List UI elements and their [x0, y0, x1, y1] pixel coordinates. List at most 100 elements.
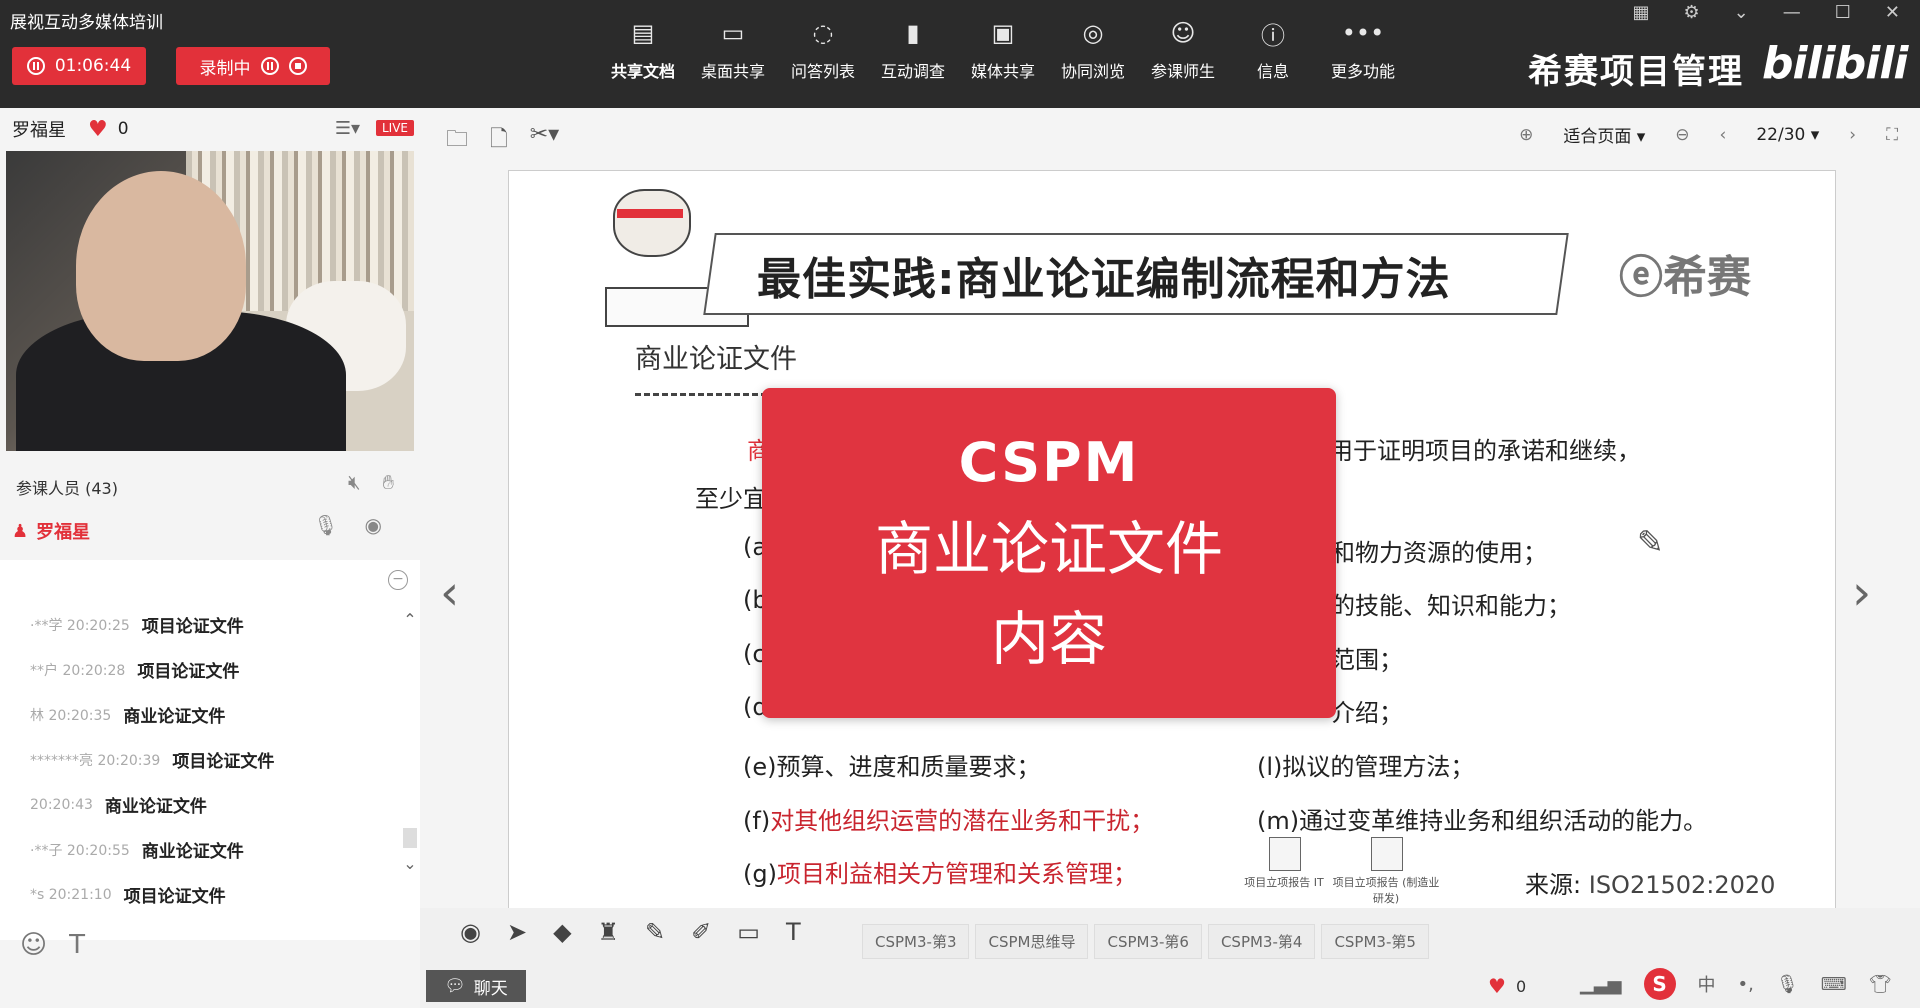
- zoom-out-icon[interactable]: ⊖: [1675, 125, 1689, 145]
- minimize-icon[interactable]: —: [1783, 2, 1801, 23]
- next-slide-arrow[interactable]: ›: [1852, 565, 1871, 621]
- cursor-icon[interactable]: ➤: [507, 918, 527, 946]
- session-timer[interactable]: 01:06:44: [12, 47, 146, 85]
- chat-text: 商业论证文件: [141, 842, 244, 862]
- survey-chart-icon: ▮: [906, 19, 920, 47]
- next-page-icon[interactable]: ›: [1849, 125, 1856, 145]
- pen-tool-icon[interactable]: ✐: [691, 918, 711, 946]
- doc-file-tools: 🗀 🗋 ✂▾: [446, 122, 559, 160]
- keyboard-icon[interactable]: ⌨: [1821, 974, 1847, 995]
- doc-tab[interactable]: CSPM思维导: [975, 924, 1089, 959]
- zoom-in-icon[interactable]: ⊕: [1519, 125, 1533, 145]
- eraser-icon[interactable]: ◆: [553, 918, 571, 946]
- scissors-icon[interactable]: ✂▾: [530, 122, 559, 160]
- close-icon[interactable]: ✕: [1885, 2, 1900, 23]
- timer-text: 01:06:44: [54, 56, 132, 76]
- cat-headband: [617, 209, 683, 218]
- maximize-icon[interactable]: ☐: [1835, 2, 1851, 23]
- chat-text: 商业论证文件: [104, 797, 207, 817]
- text-tool-icon[interactable]: T: [786, 918, 801, 946]
- tool-qa-list[interactable]: ◌ 问答列表: [778, 18, 868, 82]
- file-icon[interactable]: 🗋: [490, 122, 508, 160]
- text-format-icon[interactable]: T: [69, 930, 85, 960]
- word-file-icon[interactable]: [1371, 837, 1403, 871]
- attendee-controls: 🔇︎ ✋︎: [348, 470, 394, 494]
- overlay-line-3: 内容: [990, 604, 1107, 673]
- chat-message: *******亮 20:20:39 项目论证文件: [30, 747, 274, 772]
- chat-scrollbar[interactable]: ⌃ ⌄: [400, 610, 420, 873]
- tool-media-share[interactable]: ▣ 媒体共享: [958, 18, 1048, 82]
- highlighter-icon[interactable]: ✎: [645, 918, 665, 946]
- chat-message: ·**学 20:20:25 项目论证文件: [30, 612, 244, 637]
- stop-record-icon[interactable]: [288, 57, 307, 75]
- tool-participants[interactable]: ☺ 参课师生: [1138, 18, 1228, 82]
- doc-tab[interactable]: CSPM3-第3: [862, 924, 970, 959]
- fit-page-select[interactable]: 适合页面 ▾: [1563, 122, 1645, 147]
- scroll-thumb[interactable]: [403, 828, 417, 848]
- bilibili-logo: bilibili: [1762, 38, 1908, 89]
- pause-record-icon[interactable]: [260, 57, 279, 75]
- doc-tab[interactable]: CSPM3-第6: [1094, 924, 1202, 959]
- fullscreen-icon[interactable]: ⛶: [1886, 125, 1898, 145]
- hand-icon[interactable]: ✋︎: [383, 470, 394, 494]
- tool-share-document[interactable]: ▤ 共享文档: [598, 18, 688, 82]
- chat-sender: *******亮 20:20:39: [30, 752, 161, 769]
- rectangle-icon[interactable]: ▭: [737, 918, 760, 946]
- tool-label: 互动调查: [880, 62, 945, 81]
- compass-icon: ◎: [1082, 19, 1104, 47]
- xisai-logo: ⓔ希赛: [1619, 252, 1751, 303]
- laser-pointer-icon[interactable]: ◉: [460, 918, 481, 946]
- right-item: (l)拟议的管理方法；: [1257, 753, 1475, 781]
- intro-end: 用于证明项目的承诺和继续，: [1329, 437, 1641, 465]
- tool-label: 信息: [1256, 62, 1289, 81]
- fit-page-label: 适合页面: [1563, 127, 1632, 147]
- chat-sender: **户 20:20:28: [30, 662, 126, 679]
- folder-icon[interactable]: 🗀: [446, 122, 468, 160]
- like-counter[interactable]: ♥ 0: [1488, 974, 1526, 998]
- recording-button[interactable]: 录制中: [176, 47, 330, 85]
- doc-tab[interactable]: CSPM3-第4: [1207, 924, 1316, 959]
- like-count: 0: [117, 119, 129, 139]
- microphone-icon[interactable]: 🎙︎: [1776, 974, 1799, 995]
- page-indicator[interactable]: 22/30 ▾: [1756, 125, 1819, 145]
- settings-icon[interactable]: ⚙: [1684, 2, 1700, 23]
- sogou-ime-icon[interactable]: S: [1643, 968, 1676, 1000]
- chat-tab[interactable]: 💬︎ 聊天: [426, 970, 526, 1002]
- chat-message: ·**子 20:20:55 商业论证文件: [30, 837, 244, 862]
- left-item: (f)对其他组织运营的潜在业务和干扰；: [743, 801, 1154, 836]
- prev-page-icon[interactable]: ‹: [1720, 125, 1727, 145]
- self-row[interactable]: ♟ 罗福星: [12, 518, 90, 544]
- clear-brush-icon[interactable]: ♜: [598, 918, 620, 946]
- microphone-icon[interactable]: 🎙︎: [313, 513, 338, 537]
- punctuation-icon[interactable]: •,: [1738, 974, 1754, 995]
- chevron-down-icon[interactable]: ⌄: [400, 854, 420, 873]
- close-icon[interactable]: −: [388, 570, 408, 590]
- doc-tab[interactable]: CSPM3-第5: [1321, 924, 1429, 959]
- heart-icon[interactable]: ♥: [88, 117, 108, 142]
- overlay-line-2: 商业论证文件: [874, 514, 1223, 583]
- tool-label: 更多功能: [1330, 62, 1395, 81]
- emoji-icon[interactable]: ☺: [20, 930, 47, 960]
- tool-info[interactable]: ⓘ 信息: [1228, 18, 1318, 82]
- shirt-icon[interactable]: 👕︎: [1869, 974, 1892, 995]
- mute-all-icon[interactable]: 🔇︎: [348, 470, 361, 494]
- camera-icon[interactable]: ◉: [365, 513, 382, 537]
- info-icon: ⓘ: [1261, 21, 1285, 50]
- ime-mode[interactable]: 中: [1698, 971, 1716, 997]
- word-file-icon[interactable]: [1269, 837, 1301, 871]
- tool-more[interactable]: ••• 更多功能: [1318, 18, 1408, 82]
- tool-co-browse[interactable]: ◎ 协同浏览: [1048, 18, 1138, 82]
- main-toolbar: ▤ 共享文档 ▭ 桌面共享 ◌ 问答列表 ▮ 互动调查 ▣ 媒体共享 ◎ 协同浏…: [598, 18, 1408, 82]
- title-overlay-card: CSPM 商业论证文件 内容: [762, 388, 1336, 718]
- tool-desktop-share[interactable]: ▭ 桌面共享: [688, 18, 778, 82]
- menu-icon[interactable]: ☰▾: [335, 118, 360, 139]
- mascot-cat: [605, 189, 749, 327]
- tool-label: 问答列表: [790, 62, 855, 81]
- previous-slide-arrow[interactable]: ‹: [440, 565, 459, 621]
- chevron-down-icon[interactable]: ⌄: [1734, 2, 1749, 23]
- chevron-up-icon[interactable]: ⌃: [400, 610, 420, 629]
- tool-survey[interactable]: ▮ 互动调查: [868, 18, 958, 82]
- chat-text: 项目论证文件: [137, 662, 240, 682]
- chat-text: 项目论证文件: [123, 887, 226, 907]
- layout-icon[interactable]: ▦: [1633, 2, 1650, 23]
